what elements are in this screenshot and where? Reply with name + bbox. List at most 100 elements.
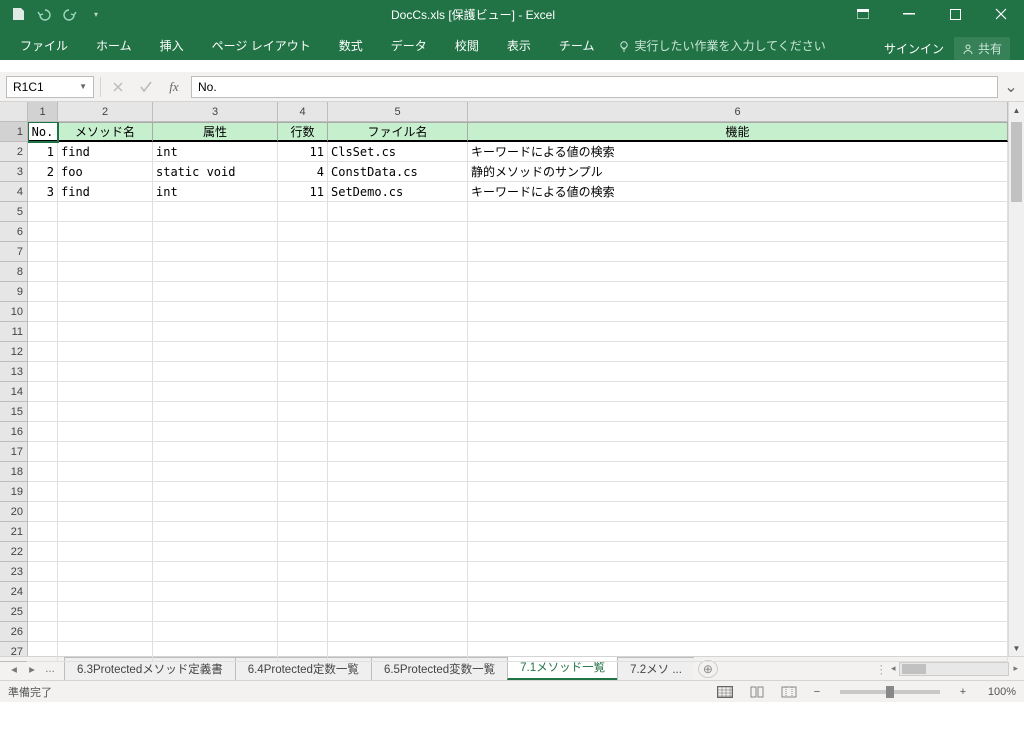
cell[interactable] [468, 382, 1008, 402]
cell[interactable] [153, 322, 278, 342]
cell[interactable] [153, 302, 278, 322]
cell[interactable]: ConstData.cs [328, 162, 468, 182]
zoom-slider-thumb[interactable] [886, 686, 894, 698]
tab-insert[interactable]: 挿入 [146, 31, 198, 60]
column-header[interactable]: 2 [58, 102, 153, 121]
cell[interactable] [58, 422, 153, 442]
maximize-button[interactable] [932, 0, 978, 28]
cell[interactable] [28, 502, 58, 522]
cell[interactable] [278, 542, 328, 562]
new-sheet-button[interactable]: ⊕ [698, 660, 718, 678]
cell[interactable] [278, 562, 328, 582]
cell[interactable]: 4 [278, 162, 328, 182]
tab-file[interactable]: ファイル [6, 31, 82, 60]
cell[interactable] [58, 582, 153, 602]
cell[interactable] [153, 542, 278, 562]
cell[interactable]: 3 [28, 182, 58, 202]
tab-view[interactable]: 表示 [493, 31, 545, 60]
cell[interactable] [328, 582, 468, 602]
cell[interactable] [28, 442, 58, 462]
row-header[interactable]: 7 [0, 242, 27, 262]
cell[interactable] [278, 302, 328, 322]
cell[interactable] [28, 402, 58, 422]
row-header[interactable]: 9 [0, 282, 27, 302]
cell[interactable] [58, 382, 153, 402]
cell[interactable] [328, 342, 468, 362]
cell[interactable] [328, 482, 468, 502]
cell[interactable] [278, 602, 328, 622]
cell[interactable] [468, 442, 1008, 462]
row-header[interactable]: 10 [0, 302, 27, 322]
cell[interactable] [153, 582, 278, 602]
cell[interactable] [58, 402, 153, 422]
cell[interactable] [468, 462, 1008, 482]
row-header[interactable]: 25 [0, 602, 27, 622]
cell[interactable] [58, 362, 153, 382]
horizontal-scroll-thumb[interactable] [902, 664, 926, 674]
row-header[interactable]: 21 [0, 522, 27, 542]
column-header[interactable]: 1 [28, 102, 58, 121]
cell[interactable] [328, 402, 468, 422]
cell[interactable] [28, 602, 58, 622]
cell[interactable] [58, 462, 153, 482]
hscroll-right-icon[interactable]: ▸ [1013, 663, 1018, 674]
cell[interactable]: ClsSet.cs [328, 142, 468, 162]
cell[interactable] [28, 542, 58, 562]
cell[interactable] [153, 202, 278, 222]
cell[interactable]: 11 [278, 142, 328, 162]
tab-formulas[interactable]: 数式 [325, 31, 377, 60]
cell[interactable] [328, 642, 468, 662]
cell[interactable] [153, 222, 278, 242]
cell[interactable] [28, 242, 58, 262]
insert-function-button[interactable]: fx [163, 76, 185, 98]
row-header[interactable]: 8 [0, 262, 27, 282]
cell[interactable] [153, 282, 278, 302]
page-layout-view-button[interactable] [746, 684, 768, 700]
header-cell[interactable]: No. [28, 122, 58, 142]
cell[interactable] [328, 442, 468, 462]
cell[interactable] [328, 422, 468, 442]
column-header[interactable]: 4 [278, 102, 328, 121]
row-header[interactable]: 27 [0, 642, 27, 662]
cell[interactable] [278, 262, 328, 282]
cell[interactable] [328, 382, 468, 402]
row-header[interactable]: 4 [0, 182, 27, 202]
sheet-nav-ellipsis[interactable]: ... [42, 661, 58, 677]
tab-data[interactable]: データ [377, 31, 441, 60]
scroll-up-icon[interactable]: ▲ [1009, 102, 1024, 118]
cell[interactable] [28, 322, 58, 342]
cell[interactable]: foo [58, 162, 153, 182]
cell[interactable] [153, 422, 278, 442]
cell[interactable] [468, 582, 1008, 602]
cell[interactable] [468, 602, 1008, 622]
cell[interactable] [468, 502, 1008, 522]
close-button[interactable] [978, 0, 1024, 28]
cell[interactable] [468, 302, 1008, 322]
cell[interactable] [153, 602, 278, 622]
tab-team[interactable]: チーム [545, 31, 609, 60]
name-box[interactable]: R1C1 ▼ [6, 76, 94, 98]
cell[interactable] [278, 462, 328, 482]
row-header[interactable]: 23 [0, 562, 27, 582]
cell[interactable] [278, 622, 328, 642]
cell[interactable] [468, 262, 1008, 282]
scroll-down-icon[interactable]: ▼ [1009, 640, 1024, 656]
row-header[interactable]: 26 [0, 622, 27, 642]
header-cell[interactable]: 属性 [153, 122, 278, 142]
cell[interactable] [328, 622, 468, 642]
cell[interactable] [58, 622, 153, 642]
cell[interactable] [468, 542, 1008, 562]
cell[interactable] [153, 502, 278, 522]
cell[interactable]: find [58, 182, 153, 202]
cell[interactable] [278, 522, 328, 542]
cell[interactable] [153, 382, 278, 402]
cell[interactable]: 11 [278, 182, 328, 202]
cell[interactable] [278, 582, 328, 602]
cell[interactable]: int [153, 182, 278, 202]
cell[interactable] [58, 302, 153, 322]
row-header[interactable]: 5 [0, 202, 27, 222]
column-headers[interactable]: 123456 [28, 102, 1008, 122]
cell[interactable] [468, 522, 1008, 542]
expand-formula-bar-button[interactable]: ⌄ [1004, 76, 1018, 98]
cell[interactable]: キーワードによる値の検索 [468, 182, 1008, 202]
